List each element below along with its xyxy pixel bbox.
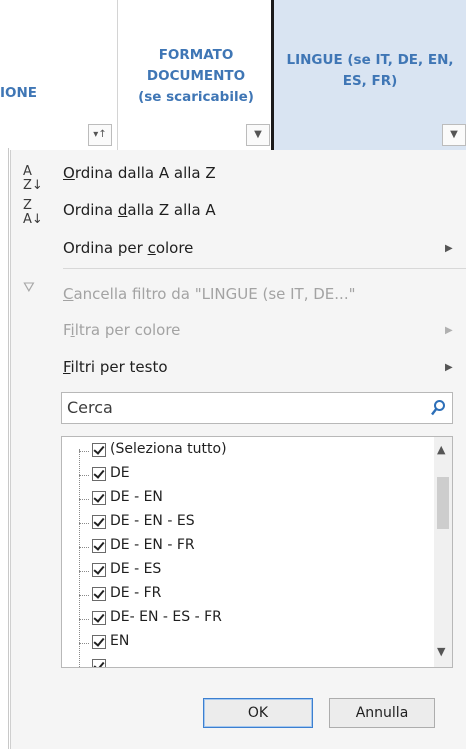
search-placeholder: Cerca	[67, 398, 113, 417]
grid-line	[8, 148, 9, 749]
checkbox-checked[interactable]	[92, 539, 106, 553]
checkbox-checked[interactable]	[92, 611, 106, 625]
list-item[interactable]: DE- EN - ES - FR	[62, 607, 422, 631]
menu-item-sort-by-color[interactable]: Ordina per colore	[63, 239, 193, 257]
list-item-label: DE - EN - FR	[110, 537, 195, 553]
menu-item-text-filters[interactable]: Filtri per testo	[63, 358, 168, 376]
tree-connector	[79, 475, 89, 476]
clear-filter-icon: ⛛	[23, 280, 35, 296]
checkbox-checked[interactable]	[92, 587, 106, 601]
chevron-down-icon: ▼	[254, 129, 262, 140]
scroll-up-icon[interactable]: ▲	[437, 443, 445, 456]
checkbox-checked[interactable]	[92, 659, 106, 667]
ok-button[interactable]: OK	[203, 698, 313, 728]
list-item-label: (Seleziona tutto)	[110, 441, 227, 457]
checkbox-checked[interactable]	[92, 635, 106, 649]
list-item-label: DE - EN	[110, 489, 163, 505]
tree-connector	[79, 523, 89, 524]
list-item[interactable]: DE - EN	[62, 487, 422, 511]
separator	[63, 268, 466, 269]
list-item[interactable]: DE - EN - FR	[62, 535, 422, 559]
search-input[interactable]: Cerca	[61, 392, 453, 424]
checkbox-checked[interactable]	[92, 563, 106, 577]
list-item-partial[interactable]	[62, 655, 422, 668]
list-item[interactable]: DE - FR	[62, 583, 422, 607]
list-item[interactable]: DE	[62, 463, 422, 487]
vertical-scrollbar[interactable]: ▲ ▼	[434, 437, 452, 667]
list-item[interactable]: DE - EN - ES	[62, 511, 422, 535]
list-item-label: DE	[110, 465, 130, 481]
search-icon	[431, 400, 445, 416]
submenu-arrow-icon: ▶	[445, 362, 453, 373]
filter-dropdown-button-active[interactable]: ▼	[442, 124, 466, 146]
list-item-label: DE - ES	[110, 561, 162, 577]
menu-item-sort-za[interactable]: Ordina dalla Z alla A	[63, 201, 216, 219]
column-header-label: IONE	[0, 85, 38, 101]
menu-item-filter-by-color: Filtra per colore	[63, 321, 181, 339]
list-item-label: DE - EN - ES	[110, 513, 195, 529]
sort-arrow-icon: ▾↑	[93, 129, 107, 140]
tree-connector	[79, 643, 89, 644]
tree-connector	[79, 499, 89, 500]
column-headers: IONE ▾↑ FORMATO DOCUMENTO (se scaricabil…	[0, 0, 466, 150]
sort-filter-button[interactable]: ▾↑	[88, 124, 112, 146]
column-header-partial[interactable]: IONE ▾↑	[0, 0, 118, 150]
menu-item-sort-az[interactable]: Ordina dalla A alla Z	[63, 164, 216, 182]
sort-za-icon: Z A↓	[23, 198, 43, 227]
list-item[interactable]: EN	[62, 631, 422, 655]
checkbox-checked[interactable]	[92, 515, 106, 529]
filter-dropdown-button[interactable]: ▼	[246, 124, 270, 146]
tree-connector	[79, 547, 89, 548]
chevron-down-icon: ▼	[450, 129, 458, 140]
tree-connector	[79, 595, 89, 596]
list-item-label: DE - FR	[110, 585, 162, 601]
submenu-arrow-icon: ▶	[445, 325, 453, 336]
autofilter-menu: A Z↓ Ordina dalla A alla Z Z A↓ Ordina dal…	[10, 150, 466, 749]
menu-item-clear-filter: Cancella filtro da "LINGUE (se IT, DE...…	[63, 285, 356, 303]
tree-connector	[79, 571, 89, 572]
column-header-lingue[interactable]: LINGUE (se IT, DE, EN, ES, FR) ▼	[274, 0, 466, 150]
scroll-down-icon[interactable]: ▼	[437, 645, 445, 658]
tree-connector	[79, 451, 89, 452]
checkbox-checked[interactable]	[92, 443, 106, 457]
column-header-formato[interactable]: FORMATO DOCUMENTO (se scaricabile) ▼	[118, 0, 274, 150]
value-checklist[interactable]: (Seleziona tutto) DE DE - EN DE - EN - E…	[61, 436, 453, 668]
list-item[interactable]: DE - ES	[62, 559, 422, 583]
column-header-label: FORMATO DOCUMENTO (se scaricabile)	[138, 47, 254, 105]
submenu-arrow-icon: ▶	[445, 243, 453, 254]
sort-az-icon: A Z↓	[23, 164, 43, 193]
tree-connector	[79, 619, 89, 620]
tree-connector	[79, 667, 89, 668]
cancel-button[interactable]: Annulla	[329, 698, 435, 728]
checkbox-checked[interactable]	[92, 467, 106, 481]
list-item-label: DE- EN - ES - FR	[110, 609, 222, 625]
column-header-label: LINGUE (se IT, DE, EN, ES, FR)	[286, 52, 454, 89]
checkbox-checked[interactable]	[92, 491, 106, 505]
list-item-select-all[interactable]: (Seleziona tutto)	[62, 439, 422, 463]
scrollbar-thumb[interactable]	[437, 477, 449, 529]
list-item-label: EN	[110, 633, 130, 649]
